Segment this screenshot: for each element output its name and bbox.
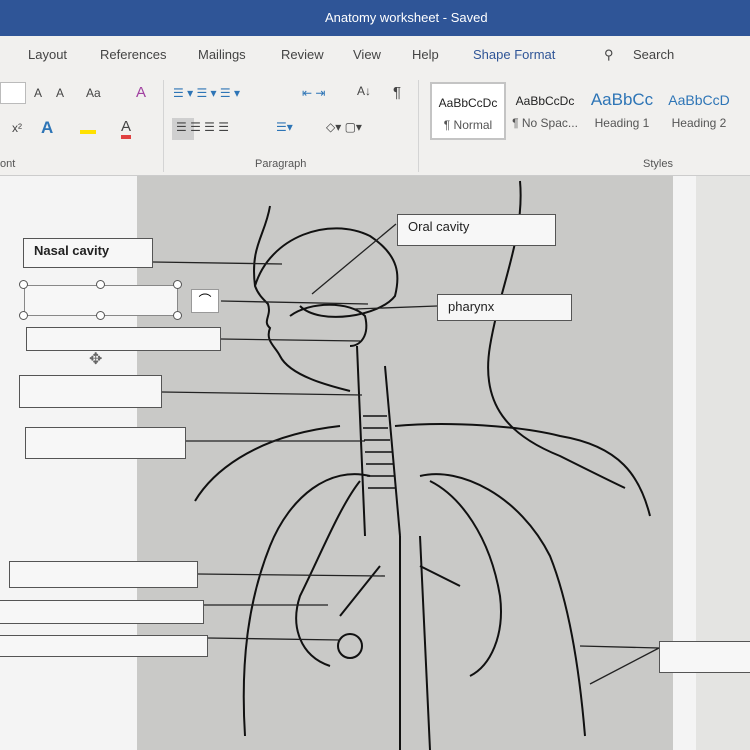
pilcrow-icon[interactable]: ¶ — [393, 84, 401, 101]
tab-mailings[interactable]: Mailings — [198, 47, 246, 62]
styles-group-label: Styles — [643, 158, 673, 170]
search-button[interactable]: Search — [633, 47, 674, 62]
superscript-button[interactable]: x² — [12, 121, 22, 135]
nasal-cavity-label[interactable]: Nasal cavity — [23, 238, 153, 268]
label-box-4[interactable] — [19, 375, 162, 408]
label-box-6[interactable] — [9, 561, 198, 588]
shading-icon[interactable]: ◇▾ ▢▾ — [326, 120, 362, 134]
line-spacing-icon[interactable]: ☰▾ — [276, 120, 293, 134]
resize-handle[interactable] — [96, 280, 105, 289]
resize-handle[interactable] — [173, 311, 182, 320]
ribbon: A A Aa A x² A A ont ☰ ▾ ☰ ▾ ☰ ▾ ⇤ ⇥ A↓ ¶… — [0, 74, 750, 176]
style-no-spacing[interactable]: AaBbCcDc ¶ No Spac... — [507, 82, 583, 140]
resize-handle[interactable] — [96, 311, 105, 320]
resize-handle[interactable] — [19, 311, 28, 320]
label-box-3[interactable] — [26, 327, 221, 351]
search-icon[interactable]: ⚲ — [604, 47, 614, 63]
resize-handle[interactable] — [173, 280, 182, 289]
tab-view[interactable]: View — [353, 47, 381, 62]
document-title[interactable]: Anatomy worksheet - Saved — [325, 0, 488, 36]
title-bar: Anatomy worksheet - Saved — [0, 0, 750, 36]
label-box-8[interactable] — [0, 635, 208, 657]
shrink-font-button[interactable]: A — [56, 86, 64, 100]
style-heading-2[interactable]: AaBbCcD Heading 2 — [661, 82, 737, 140]
resize-handle[interactable] — [19, 280, 28, 289]
change-case-button[interactable]: Aa — [86, 86, 101, 100]
tab-references[interactable]: References — [100, 47, 166, 62]
document-area: Nasal cavity ⌒ ✥ Oral cavity pharynx — [0, 176, 750, 750]
grow-font-button[interactable]: A — [34, 86, 42, 100]
paragraph-group-label: Paragraph — [255, 158, 307, 170]
highlight-icon[interactable] — [80, 118, 96, 134]
indent-icons[interactable]: ⇤ ⇥ — [302, 86, 325, 100]
font-color-button[interactable]: A — [121, 118, 132, 139]
label-box-7[interactable] — [0, 600, 204, 624]
style-heading-1[interactable]: AaBbCc Heading 1 — [584, 82, 660, 140]
style-normal[interactable]: AaBbCcDc ¶ Normal — [430, 82, 506, 140]
font-group-label: ont — [0, 158, 16, 170]
move-icon[interactable]: ✥ — [89, 349, 102, 369]
font-size-dropdown[interactable] — [0, 82, 26, 104]
pharynx-label[interactable]: pharynx — [437, 294, 572, 321]
sort-icon[interactable]: A↓ — [357, 84, 371, 98]
tab-review[interactable]: Review — [281, 47, 324, 62]
text-effects-button[interactable]: A — [41, 118, 53, 138]
oral-cavity-label[interactable]: Oral cavity — [397, 214, 556, 246]
tab-help[interactable]: Help — [412, 47, 439, 62]
bullets-icon[interactable]: ☰ ▾ ☰ ▾ ☰ ▾ — [173, 86, 240, 100]
align-icons[interactable]: ☰ ☰ ☰ ☰ — [176, 120, 229, 134]
layout-options-icon[interactable]: ⌒ — [191, 289, 219, 313]
ribbon-tabs: Layout References Mailings Review View H… — [0, 36, 750, 74]
label-box-right[interactable] — [659, 641, 750, 673]
label-box-5[interactable] — [25, 427, 186, 459]
tab-layout[interactable]: Layout — [28, 47, 67, 62]
tab-shape-format[interactable]: Shape Format — [473, 47, 555, 62]
clear-formatting-icon[interactable]: A — [136, 84, 146, 101]
